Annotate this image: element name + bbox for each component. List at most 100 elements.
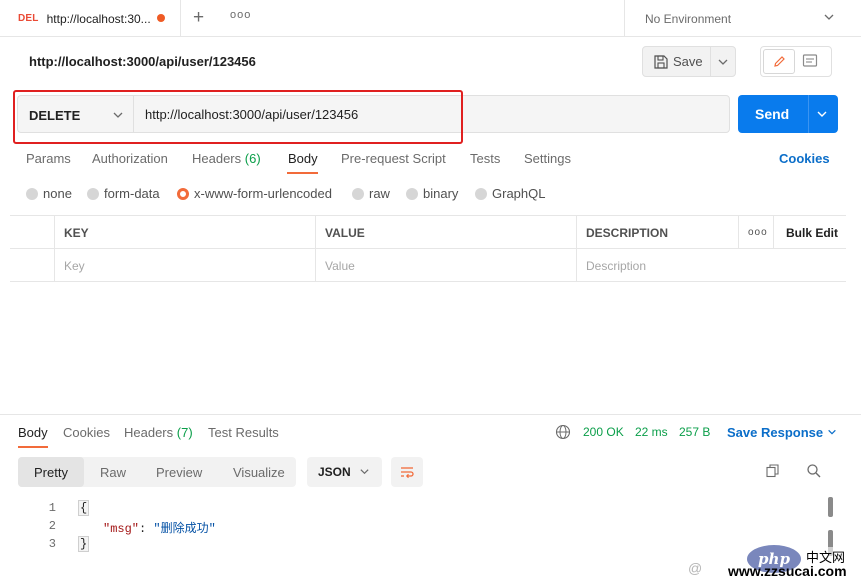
line-number: 3: [48, 537, 56, 551]
scrollbar-thumb[interactable]: [828, 497, 833, 517]
response-tab-test-results[interactable]: Test Results: [208, 425, 279, 440]
request-title-row: http://localhost:3000/api/user/123456 Sa…: [0, 37, 861, 87]
tab-headers[interactable]: Headers (6): [192, 151, 261, 166]
brace-open: {: [78, 500, 90, 516]
header-key-label: KEY: [64, 225, 89, 240]
save-response-label: Save Response: [727, 425, 824, 440]
search-icon[interactable]: [806, 463, 822, 479]
chevron-down-icon[interactable]: [717, 56, 729, 68]
tab-more-button[interactable]: ooo: [230, 9, 251, 21]
method-select[interactable]: DELETE: [17, 95, 133, 133]
watermark-url: www.zzsucai.com: [728, 563, 847, 579]
radio-circle: [406, 187, 418, 200]
tab-params[interactable]: Params: [26, 151, 71, 166]
new-tab-plus-icon[interactable]: +: [193, 8, 204, 27]
radio-binary[interactable]: binary: [406, 186, 458, 201]
response-time[interactable]: 22 ms: [635, 425, 668, 439]
response-divider[interactable]: [0, 414, 861, 415]
radio-circle: [475, 187, 487, 200]
code-line: "msg": "删除成功": [103, 519, 216, 536]
language-label: JSON: [318, 465, 351, 479]
send-button[interactable]: Send: [738, 95, 838, 133]
request-tab[interactable]: DEL http://localhost:30...: [0, 0, 181, 37]
value-placeholder: Value: [325, 258, 355, 273]
line-number: 1: [48, 501, 56, 515]
tab-settings[interactable]: Settings: [524, 151, 571, 166]
table-more-button[interactable]: ooo: [738, 216, 773, 249]
response-tab-headers[interactable]: Headers (7): [124, 425, 193, 440]
method-label: DELETE: [29, 108, 81, 123]
documentation-icon[interactable]: [801, 52, 819, 70]
language-select[interactable]: JSON: [307, 457, 382, 487]
format-tabs: Pretty Raw Preview Visualize: [18, 457, 296, 487]
environment-label: No Environment: [645, 11, 732, 26]
format-visualize[interactable]: Visualize: [233, 457, 285, 487]
column-header-key: KEY: [54, 216, 316, 249]
save-button[interactable]: Save: [642, 46, 736, 77]
save-response-button[interactable]: Save Response: [727, 425, 837, 440]
key-value-table: KEY VALUE DESCRIPTION ooo Bulk Edit Key …: [10, 215, 846, 282]
format-pretty[interactable]: Pretty: [18, 457, 84, 487]
table-header-row: KEY VALUE DESCRIPTION ooo Bulk Edit: [10, 216, 846, 249]
json-key: "msg": [103, 522, 140, 536]
response-size[interactable]: 257 B: [679, 425, 710, 439]
cookies-link[interactable]: Cookies: [779, 151, 830, 166]
radio-circle: [352, 187, 364, 200]
format-raw[interactable]: Raw: [100, 457, 126, 487]
more-dots: ooo: [748, 227, 768, 238]
tab-body[interactable]: Body: [288, 151, 318, 166]
column-header-description: DESCRIPTION: [576, 216, 738, 249]
tab-headers-count: (6): [244, 151, 261, 166]
save-divider: [710, 47, 711, 76]
bulk-edit-label: Bulk Edit: [786, 225, 839, 240]
value-field[interactable]: Value: [315, 249, 577, 282]
radio-raw[interactable]: raw: [352, 186, 390, 201]
radio-x-www-form-urlencoded[interactable]: x-www-form-urlencoded: [177, 186, 332, 201]
globe-icon[interactable]: [555, 424, 571, 440]
radio-circle-selected: [177, 187, 189, 200]
brace-close: }: [78, 536, 90, 552]
radio-circle: [26, 187, 38, 200]
environment-select[interactable]: No Environment: [624, 0, 861, 37]
chevron-down-icon: [360, 469, 369, 475]
pencil-icon: [773, 56, 785, 67]
radio-label: x-www-form-urlencoded: [194, 186, 332, 201]
chevron-down-icon[interactable]: [816, 108, 828, 120]
key-field[interactable]: Key: [54, 249, 316, 282]
url-input[interactable]: [133, 95, 730, 133]
tab-bar: DEL http://localhost:30... + ooo No Envi…: [0, 0, 861, 37]
save-icon: [654, 55, 668, 69]
unsaved-dot-icon: [157, 14, 165, 22]
response-tab-cookies[interactable]: Cookies: [63, 425, 110, 440]
response-headers-label: Headers: [124, 425, 174, 440]
table-row: Key Value Description: [10, 249, 846, 282]
active-tab-indicator: [18, 446, 48, 448]
request-tab-url: http://localhost:30...: [46, 11, 151, 26]
status-code[interactable]: 200 OK: [583, 425, 624, 439]
tab-authorization[interactable]: Authorization: [92, 151, 168, 166]
radio-none[interactable]: none: [26, 186, 72, 201]
response-tab-body[interactable]: Body: [18, 425, 48, 440]
response-body-code[interactable]: 1 { 2 "msg": "删除成功" 3 }: [0, 497, 861, 557]
tab-headers-label: Headers: [192, 151, 242, 166]
send-divider: [808, 95, 809, 133]
bulk-edit-button[interactable]: Bulk Edit: [773, 216, 846, 249]
format-preview[interactable]: Preview: [156, 457, 202, 487]
radio-label: GraphQL: [492, 186, 546, 201]
code-line: {: [78, 500, 90, 516]
radio-graphql[interactable]: GraphQL: [475, 186, 545, 201]
tab-tests[interactable]: Tests: [470, 151, 500, 166]
tab-pre-request-script[interactable]: Pre-request Script: [341, 151, 446, 166]
response-headers-count: (7): [176, 425, 193, 440]
header-description-label: DESCRIPTION: [586, 225, 669, 240]
send-label: Send: [755, 106, 790, 122]
description-placeholder: Description: [586, 258, 647, 273]
edit-mode-button[interactable]: [763, 49, 795, 74]
request-tabs: Params Authorization Headers (6) Body Pr…: [0, 150, 861, 176]
page-title: http://localhost:3000/api/user/123456: [29, 54, 256, 69]
radio-form-data[interactable]: form-data: [87, 186, 160, 201]
description-field[interactable]: Description: [576, 249, 846, 282]
wrap-lines-icon: [401, 467, 414, 479]
wrap-lines-button[interactable]: [391, 457, 423, 487]
copy-icon[interactable]: [765, 463, 781, 479]
